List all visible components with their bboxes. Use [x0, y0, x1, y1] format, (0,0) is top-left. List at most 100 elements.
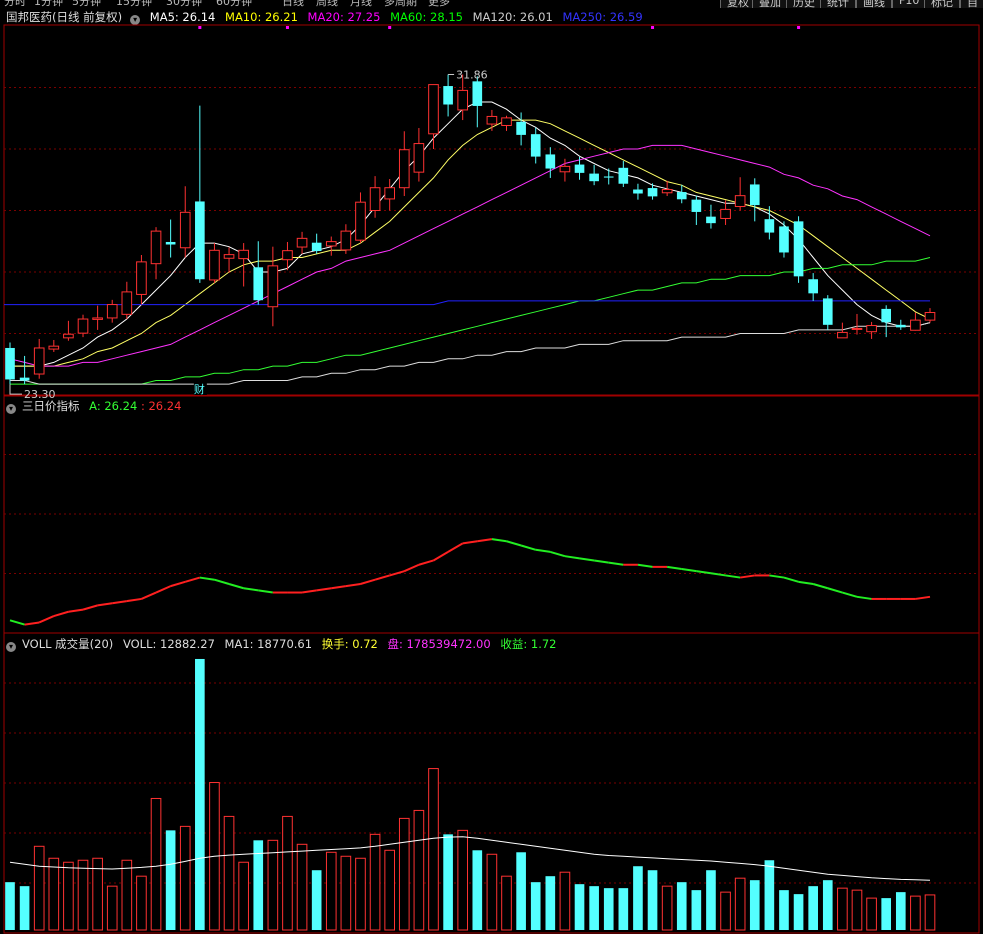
ma120-line	[10, 322, 931, 385]
candle-body	[238, 249, 249, 260]
volume-bar	[340, 855, 352, 931]
volume-bar	[63, 861, 74, 931]
volume-bar	[398, 817, 410, 931]
volume-bar	[633, 866, 643, 930]
volume-bar	[837, 887, 848, 931]
candle-body	[924, 312, 936, 321]
indicator-segment	[520, 544, 536, 551]
volume-bar	[676, 882, 687, 930]
indicator-segment	[126, 597, 142, 603]
indicator-segment	[842, 591, 858, 598]
candle-body	[734, 195, 746, 208]
indicator-segment	[214, 578, 230, 585]
indicator-segment	[199, 576, 215, 581]
candle-body	[282, 250, 293, 261]
volume-bar	[486, 853, 498, 931]
volume-bar	[822, 880, 833, 930]
event-dot	[198, 26, 202, 29]
indicator-segment	[112, 600, 127, 605]
indicator-segment	[666, 565, 682, 571]
candle-body	[369, 187, 381, 211]
volume-bar	[574, 884, 585, 930]
indicator-segment	[710, 572, 726, 577]
candle-body	[179, 211, 191, 249]
low-marker	[9, 384, 22, 395]
indicator-segment	[506, 540, 522, 547]
volume-bar	[881, 898, 892, 930]
candle-body	[340, 230, 352, 251]
volume-bar	[866, 897, 877, 931]
candle-body	[881, 308, 892, 323]
indicator-segment	[856, 595, 872, 600]
indicator-segment	[637, 563, 653, 568]
candle-body	[706, 216, 716, 224]
volume-bar	[895, 892, 906, 930]
candle-body	[63, 333, 74, 339]
candle-body	[866, 325, 877, 333]
candle-body	[92, 317, 103, 320]
finance-marker: 财	[194, 382, 205, 396]
volume-bar	[384, 849, 396, 931]
volume-bar	[179, 825, 191, 931]
volume-bar	[691, 890, 702, 930]
indicator-segment	[345, 582, 361, 588]
candle-body	[165, 241, 176, 245]
indicator-segment	[491, 538, 507, 543]
candle-body	[457, 89, 469, 111]
candle-body	[516, 121, 526, 135]
volume-bar	[764, 860, 775, 930]
volume-bar	[472, 850, 483, 930]
volume-bar	[311, 870, 322, 930]
indicator-segment	[447, 542, 464, 553]
event-dot	[797, 26, 801, 29]
indicator-segment	[184, 576, 201, 583]
indicator-segment	[783, 576, 799, 583]
volume-bar	[501, 875, 512, 931]
candle-body	[647, 188, 658, 197]
volume-bar	[808, 886, 818, 930]
indicator-segment	[68, 608, 84, 613]
candle-body	[676, 192, 687, 200]
candle-body	[749, 184, 760, 206]
indicator-segment	[681, 568, 697, 573]
volume-bar	[910, 895, 921, 931]
candle-body	[311, 242, 322, 252]
candle-body	[837, 331, 848, 339]
indicator-segment	[477, 538, 493, 543]
kline-chart[interactable]: 31.86 23.30 财	[0, 0, 983, 934]
low-price-label: 23.30	[24, 388, 56, 401]
candle-body	[5, 347, 15, 380]
candle-body	[398, 149, 410, 189]
indicator-segment	[812, 583, 829, 590]
candle-body	[443, 86, 453, 105]
volume-bar	[33, 845, 45, 931]
volume-bar	[296, 843, 308, 931]
candle-body	[851, 327, 863, 330]
candle-body	[545, 154, 556, 169]
volume-bar	[457, 829, 469, 931]
ma5-line	[10, 101, 931, 367]
candle-body	[106, 304, 118, 319]
indicator-segment	[243, 587, 259, 592]
volume-bar	[706, 870, 716, 930]
indicator-segment	[432, 551, 449, 562]
volume-bar	[559, 871, 571, 931]
candle-body	[384, 187, 396, 200]
volume-bar	[106, 885, 118, 931]
candle-body	[691, 199, 702, 212]
volume-bar	[530, 882, 541, 930]
ma60-line	[10, 257, 931, 385]
candle-body	[793, 221, 804, 277]
candle-body	[223, 254, 235, 259]
candle-body	[472, 81, 483, 106]
volume-bar	[924, 894, 936, 931]
volume-bar	[793, 894, 804, 930]
volume-bar	[413, 809, 425, 931]
volume-bar	[589, 886, 599, 930]
candle-body	[910, 319, 921, 331]
event-dot	[651, 26, 655, 29]
indicator-segment	[301, 589, 317, 594]
indicator-segment	[228, 583, 244, 590]
candle-body	[720, 208, 731, 219]
volume-bar	[136, 875, 147, 931]
